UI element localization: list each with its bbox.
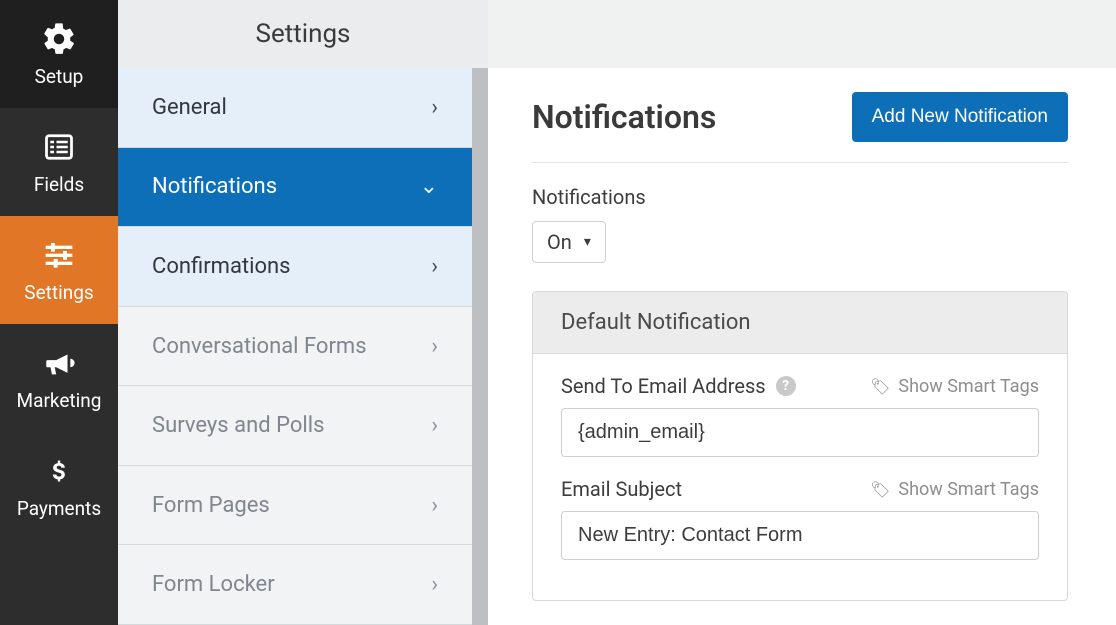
add-new-notification-button[interactable]: Add New Notification xyxy=(852,92,1068,142)
smart-tags-text: Show Smart Tags xyxy=(898,479,1039,500)
subnav-item-confirmations[interactable]: Confirmations › xyxy=(118,227,472,307)
main-content: Notifications Add New Notification Notif… xyxy=(488,0,1116,625)
title-bar: Notifications Add New Notification xyxy=(532,92,1068,163)
default-notification-panel: Default Notification Send To Email Addre… xyxy=(532,291,1068,601)
nav-setup[interactable]: Setup xyxy=(0,0,118,108)
chevron-down-icon: ▾ xyxy=(584,234,591,250)
subnav-item-form-pages[interactable]: Form Pages › xyxy=(118,466,472,546)
subnav-label: Confirmations xyxy=(152,254,291,279)
nav-label: Fields xyxy=(34,173,84,196)
nav-marketing[interactable]: Marketing xyxy=(0,324,118,432)
settings-subnav: Settings General › Notifications ⌄ Confi… xyxy=(118,0,488,625)
chevron-right-icon: › xyxy=(431,95,438,120)
nav-label: Setup xyxy=(35,65,84,88)
label-text: Email Subject xyxy=(561,477,682,501)
subnav-label: General xyxy=(152,95,227,120)
bullhorn-icon xyxy=(39,345,79,381)
gear-icon xyxy=(39,21,79,57)
subnav-item-conversational-forms[interactable]: Conversational Forms › xyxy=(118,307,472,387)
nav-payments[interactable]: Payments xyxy=(0,432,118,540)
field-label-send-to: Send To Email Address ? xyxy=(561,374,796,398)
email-subject-input[interactable] xyxy=(561,511,1039,560)
main-header-bar xyxy=(488,0,1116,68)
content-area: Notifications Add New Notification Notif… xyxy=(488,68,1116,625)
chevron-right-icon: › xyxy=(431,254,438,279)
subnav-label: Form Pages xyxy=(152,493,270,518)
nav-fields[interactable]: Fields xyxy=(0,108,118,216)
nav-label: Settings xyxy=(24,281,93,304)
field-label-subject: Email Subject xyxy=(561,477,682,501)
panel-body: Send To Email Address ? 🏷 Show Smart Tag… xyxy=(533,354,1067,600)
section-heading: Notifications xyxy=(532,98,716,136)
nav-label: Marketing xyxy=(17,389,102,412)
subnav-label: Notifications xyxy=(152,174,277,199)
dropdown-value: On xyxy=(547,230,572,254)
list-icon xyxy=(39,129,79,165)
chevron-right-icon: › xyxy=(431,334,438,359)
nav-label: Payments xyxy=(17,497,101,520)
notifications-toggle-dropdown[interactable]: On ▾ xyxy=(532,221,606,263)
send-to-email-input[interactable] xyxy=(561,408,1039,457)
subnav-item-general[interactable]: General › xyxy=(118,68,472,148)
subnav-list: General › Notifications ⌄ Confirmations … xyxy=(118,68,488,625)
chevron-right-icon: › xyxy=(431,413,438,438)
subnav-label: Surveys and Polls xyxy=(152,413,324,438)
sliders-icon xyxy=(39,237,79,273)
subnav-label: Conversational Forms xyxy=(152,334,367,359)
field-send-to: Send To Email Address ? 🏷 Show Smart Tag… xyxy=(561,374,1039,457)
show-smart-tags-link[interactable]: 🏷 Show Smart Tags xyxy=(870,376,1039,397)
smart-tags-text: Show Smart Tags xyxy=(898,376,1039,397)
dollar-icon xyxy=(39,453,79,489)
nav-settings[interactable]: Settings xyxy=(0,216,118,324)
page-title: Settings xyxy=(118,0,488,68)
chevron-right-icon: › xyxy=(431,493,438,518)
subnav-item-form-locker[interactable]: Form Locker › xyxy=(118,545,472,625)
panel-title: Default Notification xyxy=(533,292,1067,354)
tag-icon: 🏷 xyxy=(870,377,890,396)
notifications-toggle-label: Notifications xyxy=(532,185,1068,209)
label-text: Send To Email Address xyxy=(561,374,766,398)
subnav-label: Form Locker xyxy=(152,572,275,597)
help-icon[interactable]: ? xyxy=(776,376,796,396)
subnav-item-notifications[interactable]: Notifications ⌄ xyxy=(118,148,472,228)
subnav-item-surveys-polls[interactable]: Surveys and Polls › xyxy=(118,386,472,466)
tag-icon: 🏷 xyxy=(870,480,890,499)
chevron-down-icon: ⌄ xyxy=(420,174,438,199)
main-vertical-nav: Setup Fields Settings Marketing Payments xyxy=(0,0,118,625)
chevron-right-icon: › xyxy=(431,572,438,597)
show-smart-tags-link[interactable]: 🏷 Show Smart Tags xyxy=(870,479,1039,500)
field-email-subject: Email Subject 🏷 Show Smart Tags xyxy=(561,477,1039,560)
